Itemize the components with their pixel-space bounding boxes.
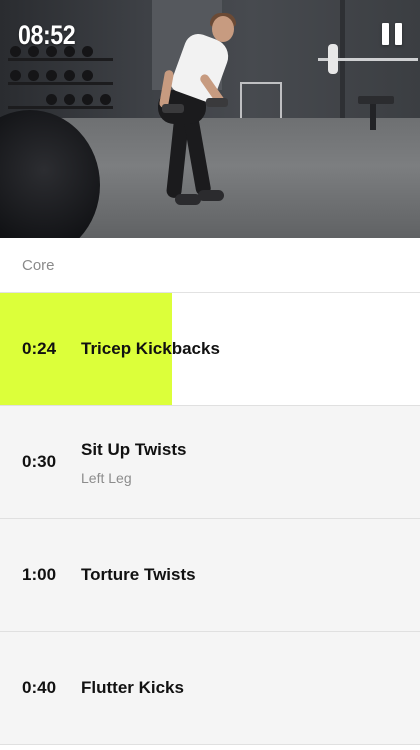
exercise-row-current[interactable]: 0:24 Tricep Kickbacks: [0, 293, 420, 406]
weight-stand: [240, 82, 282, 118]
pause-button[interactable]: [376, 19, 406, 51]
exercise-name: Sit Up Twists: [81, 440, 187, 459]
exercise-name: Tricep Kickbacks: [81, 339, 220, 358]
exercise-duration: 1:00: [22, 565, 57, 584]
exercise-name: Torture Twists: [81, 565, 196, 584]
barbell-plate: [328, 44, 338, 74]
bench: [358, 96, 394, 104]
exercise-subtitle: Left Leg: [81, 470, 132, 486]
exercise-duration: 0:40: [22, 678, 57, 697]
exercise-row[interactable]: 0:30 Sit Up Twists Left Leg: [0, 406, 420, 519]
exercise-duration: 0:30: [22, 452, 57, 471]
elapsed-timer: 08:52: [18, 20, 76, 50]
exercise-duration: 0:24: [22, 339, 57, 358]
bench-leg: [370, 104, 376, 130]
exercise-name: Flutter Kicks: [81, 678, 184, 697]
exercise-row[interactable]: 1:00 Torture Twists: [0, 519, 420, 632]
workout-video[interactable]: 08:52: [0, 0, 420, 238]
section-title: Core: [0, 238, 420, 293]
exercise-row[interactable]: 0:40 Flutter Kicks: [0, 632, 420, 745]
athlete-figure: [150, 10, 240, 215]
